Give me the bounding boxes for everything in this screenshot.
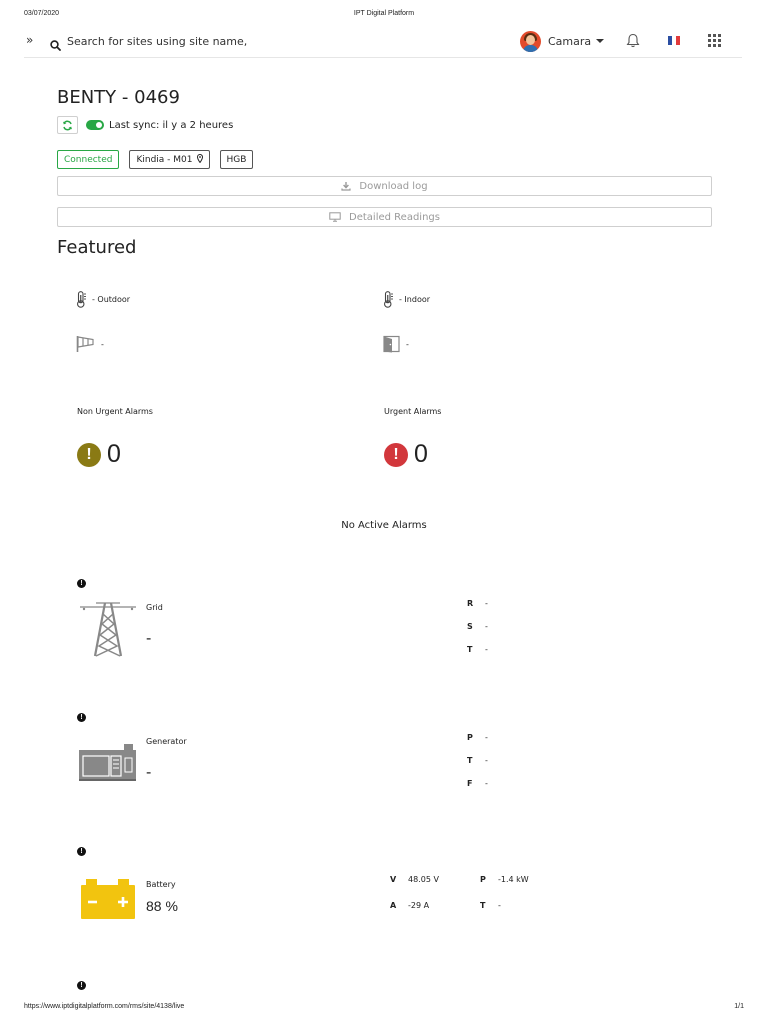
reading-value: -29 A — [408, 901, 430, 910]
site-title: BENTY - 0469 — [57, 87, 180, 108]
caret-down-icon — [596, 39, 605, 43]
user-menu[interactable]: Camara — [520, 30, 605, 52]
alert-circle-icon: ! — [384, 442, 408, 467]
reading-value: - — [498, 901, 501, 910]
reading-key: F — [467, 779, 473, 788]
download-icon — [341, 182, 352, 191]
reading-value: 48.05 V — [408, 875, 439, 884]
reading-key: T — [467, 645, 473, 654]
site-tags: Connected Kindia - M01 HGB — [57, 150, 263, 169]
last-sync-text: Last sync: il y a 2 heures — [109, 119, 234, 131]
reading-key: R — [467, 599, 474, 608]
search-icon[interactable] — [50, 36, 61, 55]
sync-row: Last sync: il y a 2 heures — [57, 116, 233, 134]
search-input[interactable] — [67, 32, 247, 50]
outdoor-label: - Outdoor — [92, 295, 131, 304]
reading-value: -1.4 kW — [498, 875, 529, 884]
info-icon[interactable]: ! — [77, 847, 86, 856]
power-tower-icon — [79, 602, 137, 662]
reading-value: - — [485, 599, 488, 608]
reading-value: - — [485, 622, 488, 631]
info-icon[interactable]: ! — [77, 579, 86, 588]
reading-value: - — [485, 645, 488, 654]
generator-reading-f: F- — [467, 779, 488, 788]
grid-reading-s: S- — [467, 622, 488, 631]
generator-reading-p: P- — [467, 733, 488, 742]
reading-value: - — [485, 733, 488, 742]
reading-key: T — [467, 756, 473, 765]
info-icon[interactable]: ! — [77, 713, 86, 722]
generator-value: - — [146, 764, 152, 781]
battery-icon — [80, 878, 136, 924]
info-icon[interactable]: ! — [77, 981, 86, 990]
reading-key: P — [467, 733, 473, 742]
reading-key: V — [390, 875, 397, 884]
reading-key: P — [480, 875, 486, 884]
battery-reading-t: T- — [480, 901, 501, 910]
battery-value: 88 % — [146, 898, 178, 914]
detailed-readings-button[interactable]: Detailed Readings — [57, 207, 712, 227]
refresh-icon — [63, 120, 72, 130]
reading-value: - — [485, 779, 488, 788]
avatar — [520, 30, 541, 52]
urgent-alarms[interactable]: ! 0 — [384, 440, 428, 469]
door-icon — [383, 335, 401, 353]
status-badge: Connected — [57, 150, 120, 169]
print-footer-page: 1/1 — [734, 1003, 744, 1010]
alert-circle-icon: ! — [77, 442, 101, 467]
grid-apps-icon[interactable] — [708, 34, 721, 47]
windsock-icon — [76, 335, 96, 353]
print-footer-url: https://www.iptdigitalplatform.com/rms/s… — [24, 1003, 185, 1010]
download-log-button[interactable]: Download log — [57, 176, 712, 196]
no-active-alarms-text: No Active Alarms — [341, 520, 427, 531]
reading-key: T — [480, 901, 486, 910]
top-bar: » Camara — [24, 28, 742, 58]
reading-key: A — [390, 901, 397, 910]
battery-reading-v: V 48.05 V — [390, 875, 439, 884]
generator-icon — [78, 743, 138, 787]
battery-reading-p: P -1.4 kW — [480, 875, 529, 884]
grid-reading-t: T- — [467, 645, 488, 654]
thermometer-icon — [76, 291, 87, 308]
detailed-readings-label: Detailed Readings — [349, 211, 440, 223]
reading-value: - — [485, 756, 488, 765]
location-tag[interactable]: Kindia - M01 — [129, 150, 210, 169]
featured-title: Featured — [57, 237, 137, 258]
auto-sync-toggle[interactable] — [86, 120, 104, 130]
print-title: IPT Digital Platform — [353, 10, 415, 17]
urgent-alarm-count: 0 — [414, 440, 428, 468]
france-flag-icon[interactable] — [668, 36, 680, 45]
grid-label: Grid — [146, 603, 163, 612]
download-log-label: Download log — [359, 180, 428, 192]
site-code-tag: HGB — [219, 150, 254, 169]
non-urgent-alarm-count: 0 — [107, 440, 121, 468]
non-urgent-alarms-label: Non Urgent Alarms — [77, 407, 153, 416]
wind-value: - — [101, 339, 104, 349]
battery-label: Battery — [146, 880, 176, 889]
outdoor-temperature: - Outdoor — [76, 291, 130, 308]
grid-reading-r: R- — [467, 599, 488, 608]
urgent-alarms-label: Urgent Alarms — [384, 407, 442, 416]
non-urgent-alarms[interactable]: ! 0 — [77, 440, 121, 469]
monitor-icon — [329, 212, 341, 222]
battery-reading-a: A -29 A — [390, 901, 429, 910]
user-name: Camara — [548, 34, 592, 48]
grid-value: - — [146, 630, 152, 647]
print-header: 03/07/2020 IPT Digital Platform — [0, 10, 768, 22]
chevrons-right-icon[interactable]: » — [26, 33, 33, 47]
indoor-temperature: - Indoor — [383, 291, 430, 308]
map-pin-icon — [196, 153, 203, 166]
generator-label: Generator — [146, 737, 187, 746]
door-value: - — [406, 339, 409, 349]
location-label: Kindia - M01 — [136, 154, 193, 165]
refresh-button[interactable] — [57, 116, 78, 134]
indoor-label: - Indoor — [399, 295, 431, 304]
thermometer-icon — [383, 291, 394, 308]
generator-reading-t: T- — [467, 756, 488, 765]
reading-key: S — [467, 622, 473, 631]
door-reading: - — [383, 335, 409, 353]
wind-reading: - — [76, 335, 104, 353]
bell-icon[interactable] — [626, 33, 640, 52]
